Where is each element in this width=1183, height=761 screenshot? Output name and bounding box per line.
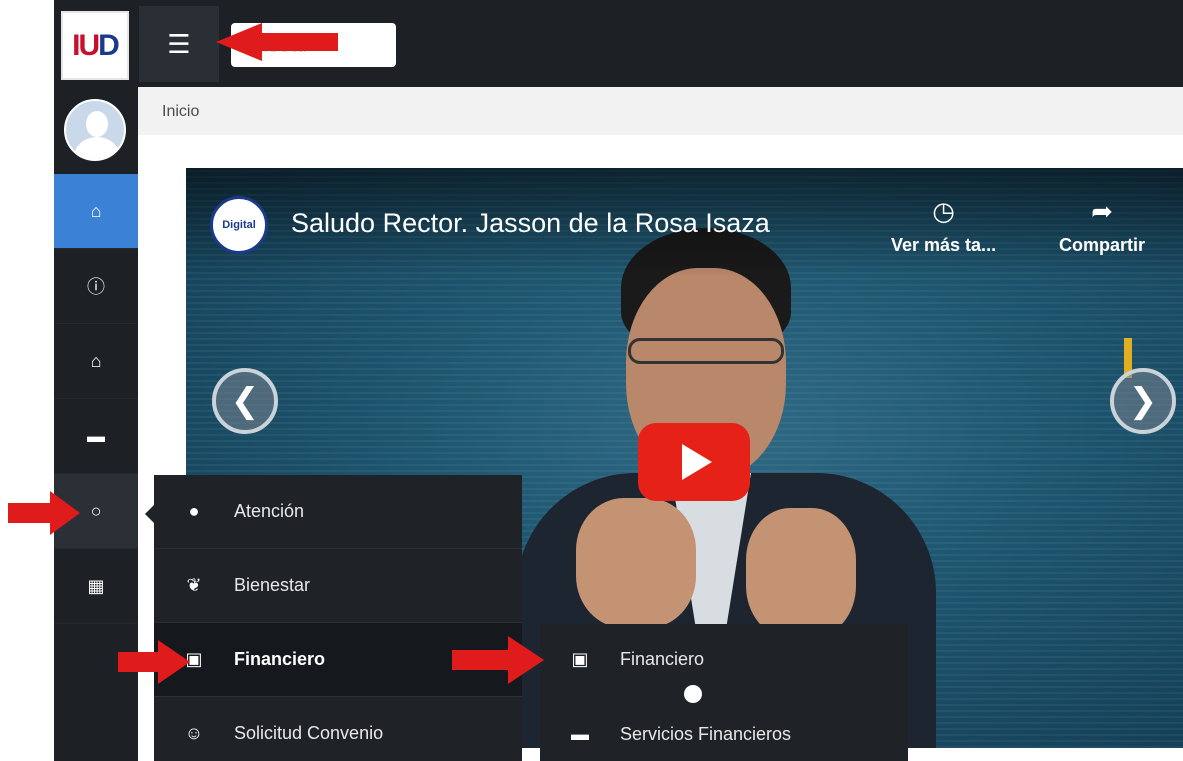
page: IUD ☰ ⌂ ⓘ ⌂ ▬ ○ ▦ Inicio — [0, 0, 1183, 761]
annotation-arrow-sidebar — [8, 491, 80, 535]
annotation-arrow-submenu-financiero — [452, 636, 544, 684]
annotation-arrows — [8, 23, 544, 684]
annotation-arrow-hamburger — [216, 23, 338, 61]
annotation-arrow-menu-financiero — [118, 640, 190, 684]
